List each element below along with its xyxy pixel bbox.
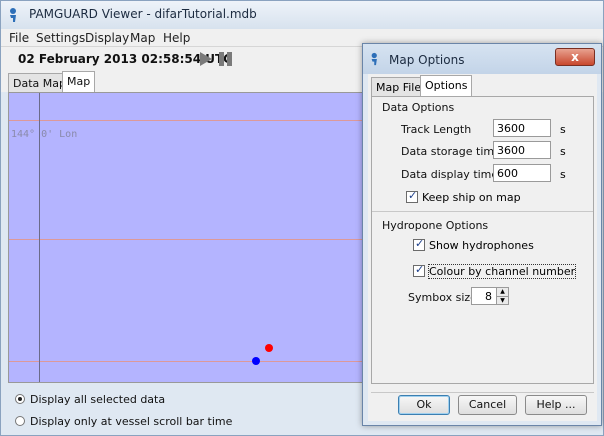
storage-time-unit: s — [560, 145, 566, 158]
title-bar: PAMGUARD Viewer - difarTutorial.mdb — [1, 1, 603, 29]
colour-by-channel-label: Colour by channel number — [427, 264, 577, 279]
track-length-field[interactable]: 3600 — [493, 119, 551, 137]
map-canvas[interactable]: 144° 0' Lon — [8, 92, 368, 383]
cancel-button[interactable]: Cancel — [458, 395, 517, 415]
display-time-label: Data display time — [401, 168, 499, 181]
keep-ship-checkbox[interactable] — [406, 189, 418, 203]
map-options-dialog: Map Options x Map File Options Data Opti… — [362, 43, 602, 426]
dialog-title: Map Options — [389, 53, 465, 67]
radio-display-all-label: Display all selected data — [30, 393, 166, 406]
close-button[interactable]: x — [555, 48, 595, 66]
ok-button[interactable]: Ok — [398, 395, 450, 415]
symbox-size-label: Symbox size — [408, 291, 477, 304]
display-time-unit: s — [560, 168, 566, 181]
spinner-down-icon[interactable]: ▼ — [496, 296, 508, 304]
window-title: PAMGUARD Viewer - difarTutorial.mdb — [29, 7, 257, 21]
pamguard-logo-icon — [10, 8, 16, 22]
hydrophone-marker-red — [265, 344, 273, 352]
symbox-size-spinner[interactable]: 8 ▲ ▼ — [471, 287, 509, 305]
tab-map[interactable]: Map — [62, 71, 96, 92]
hydrophone-marker-blue — [252, 357, 260, 365]
radio-button[interactable] — [15, 416, 25, 426]
data-options-heading: Data Options — [382, 101, 455, 114]
menu-map[interactable]: Map — [130, 31, 155, 45]
map-grid-line — [9, 361, 367, 362]
map-grid-line — [9, 120, 367, 121]
section-divider — [372, 211, 593, 212]
colour-by-channel-checkbox[interactable] — [413, 263, 425, 277]
display-time-field[interactable]: 600 — [493, 164, 551, 182]
storage-time-field[interactable]: 3600 — [493, 141, 551, 159]
symbox-size-value: 8 — [485, 290, 492, 303]
show-hydrophones-checkbox[interactable] — [413, 237, 425, 251]
menu-help[interactable]: Help — [163, 31, 190, 45]
hydrophone-options-heading: Hydropone Options — [382, 219, 489, 232]
menu-display[interactable]: Display — [85, 31, 129, 45]
map-grid-line — [9, 239, 367, 240]
track-length-unit: s — [560, 123, 566, 136]
spinner-up-icon[interactable]: ▲ — [496, 288, 508, 296]
show-hydrophones-label: Show hydrophones — [429, 239, 534, 252]
button-divider — [371, 392, 594, 393]
close-icon: x — [571, 50, 579, 64]
longitude-label: 144° 0' Lon — [11, 129, 78, 140]
storage-time-label: Data storage time — [401, 145, 501, 158]
pause-icon[interactable] — [219, 52, 233, 66]
tab-map-file[interactable]: Map File — [371, 77, 427, 96]
options-panel: Data Options Track Length 3600 s Data st… — [371, 96, 594, 384]
help-button[interactable]: Help ... — [525, 395, 587, 415]
track-length-label: Track Length — [401, 123, 472, 136]
dialog-title-bar: Map Options x — [363, 44, 601, 74]
play-icon[interactable] — [200, 52, 212, 66]
menu-file[interactable]: File — [9, 31, 29, 45]
pamguard-logo-icon — [371, 52, 377, 66]
radio-display-vessel-label: Display only at vessel scroll bar time — [30, 415, 233, 428]
dialog-body: Map File Options Data Options Track Leng… — [368, 74, 597, 421]
radio-button[interactable] — [15, 394, 25, 404]
menu-settings[interactable]: Settings — [36, 31, 85, 45]
keep-ship-label: Keep ship on map — [422, 191, 521, 204]
tab-options[interactable]: Options — [420, 75, 473, 97]
